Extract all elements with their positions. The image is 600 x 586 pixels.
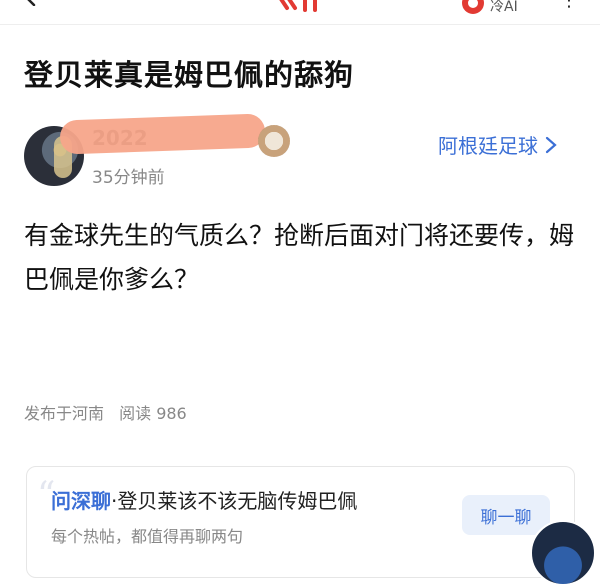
ai-badge-label: 冷AI	[490, 0, 518, 15]
post-meta: 发布于河南 阅读 986	[24, 400, 187, 424]
post-time: 35分钟前	[92, 168, 165, 188]
channel-link[interactable]: 阿根廷足球	[438, 130, 558, 159]
ai-badge[interactable]: 冷AI	[462, 0, 518, 16]
back-arrow-icon[interactable]	[22, 0, 40, 6]
post-title: 登贝莱真是姆巴佩的舔狗	[24, 58, 355, 92]
discussion-question: 登贝莱该不该无脑传姆巴佩	[117, 489, 358, 513]
post-location: 发布于河南	[24, 404, 105, 423]
read-count: 阅读 986	[119, 404, 187, 423]
discussion-subtitle: 每个热帖，都值得再聊两句	[51, 527, 244, 546]
author-badge-icon	[258, 125, 290, 157]
channel-label: 阿根廷足球	[438, 134, 538, 158]
top-bar: 冷AI ⋮	[0, 0, 600, 18]
ai-logo-icon	[462, 0, 484, 14]
discussion-prefix: 问深聊	[51, 489, 111, 513]
more-icon[interactable]: ⋮	[560, 0, 578, 11]
name-redaction-mark	[59, 113, 266, 155]
chat-button[interactable]: 聊一聊	[462, 495, 550, 535]
chevron-right-icon	[545, 136, 557, 153]
discussion-card[interactable]: “ 问深聊·登贝莱该不该无脑传姆巴佩 每个热帖，都值得再聊两句 聊一聊	[26, 466, 575, 578]
app-logo-icon	[279, 0, 321, 12]
discussion-title: 问深聊·登贝莱该不该无脑传姆巴佩	[51, 485, 357, 514]
header-divider	[0, 24, 600, 25]
floating-avatar[interactable]	[530, 520, 596, 586]
post-body: 有金球先生的气质么？抢断后面对门将还要传，姆巴佩是你爹么？	[24, 221, 575, 294]
